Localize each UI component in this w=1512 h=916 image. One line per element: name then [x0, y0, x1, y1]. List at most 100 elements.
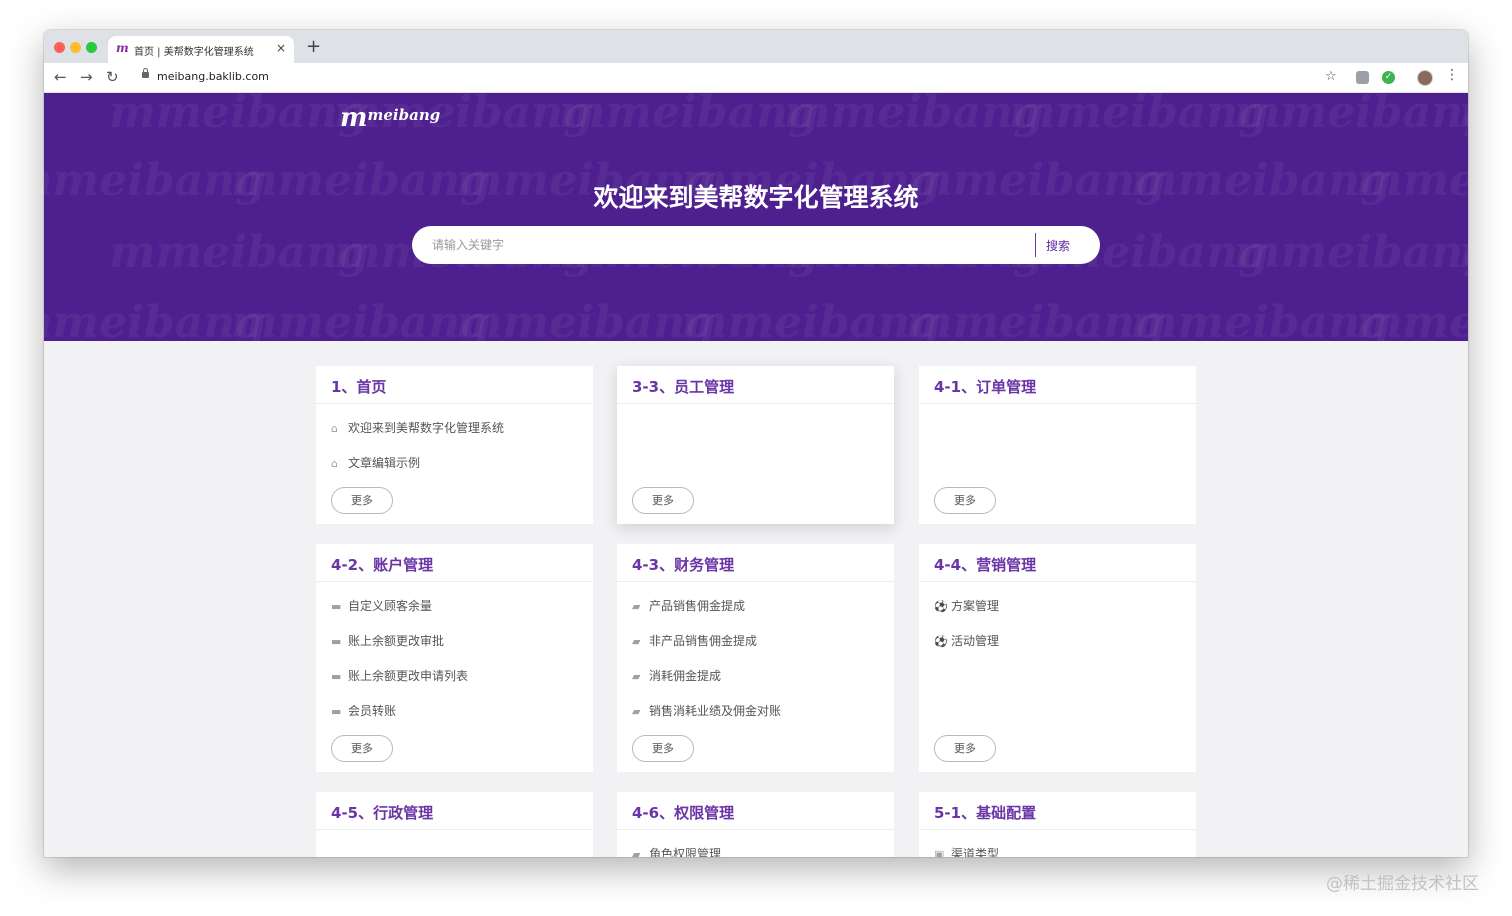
maximize-window-button[interactable] [86, 42, 97, 53]
picture-icon: ▣ [934, 848, 945, 857]
article-label: 账上余额更改申请列表 [348, 669, 469, 683]
article-link[interactable]: ▰ 角色权限管理 [632, 845, 894, 857]
watermark-logo: mmeibang [1356, 297, 1468, 341]
article-label: 渠道类型 [951, 847, 1000, 857]
soccer-icon: ⚽ [934, 600, 948, 613]
card-title[interactable]: 4-1、订单管理 [934, 378, 1036, 396]
profile-avatar[interactable] [1417, 70, 1433, 86]
more-button[interactable]: 更多 [934, 735, 996, 762]
bookmark-star-icon[interactable]: ☆ [1325, 69, 1337, 84]
card-article-list [919, 404, 1196, 419]
card-title[interactable]: 3-3、员工管理 [632, 378, 734, 396]
article-link[interactable]: ⌂ 欢迎来到美帮数字化管理系统 [331, 419, 593, 454]
category-card: 5-1、基础配置 ▣ 渠道类型 [919, 792, 1196, 857]
card-article-list: ⚽ 方案管理 ⚽ 活动管理 [919, 582, 1196, 667]
article-label: 会员转账 [348, 704, 397, 718]
article-link[interactable]: ▰ 非产品销售佣金提成 [632, 632, 894, 667]
book-icon: ▰ [632, 635, 641, 648]
forward-icon[interactable]: → [80, 68, 93, 86]
article-label: 消耗佣金提成 [649, 669, 722, 683]
search-bar: 搜索 [412, 226, 1100, 264]
hero-banner: mmeibang mmeibang mmeibang mmeibang mmeibang… [44, 93, 1468, 341]
watermark-logo: mmeibang [1131, 297, 1391, 341]
card-header: 4-5、行政管理 [316, 792, 593, 830]
search-divider [1035, 233, 1036, 257]
watermark-logo: mmeibang [1234, 227, 1468, 278]
article-label: 账上余额更改审批 [348, 634, 445, 648]
watermark-logo: mmeibang [1459, 93, 1468, 138]
article-label: 销售消耗业绩及佣金对账 [649, 704, 782, 718]
page-title: 欢迎来到美帮数字化管理系统 [593, 183, 919, 212]
search-button[interactable]: 搜索 [1046, 237, 1070, 254]
article-link[interactable]: ▰ 消耗佣金提成 [632, 667, 894, 702]
watermark-logo: mmeibang [109, 227, 369, 278]
more-button[interactable]: 更多 [632, 487, 694, 514]
watermark-logo: mmeibang [1459, 227, 1468, 278]
article-link[interactable]: ⚽ 方案管理 [934, 597, 1196, 632]
article-link[interactable]: ▣ 渠道类型 [934, 845, 1196, 857]
card-title[interactable]: 4-6、权限管理 [632, 804, 734, 822]
card-title[interactable]: 4-2、账户管理 [331, 556, 433, 574]
article-link[interactable]: ⌂ 文章编辑示例 [331, 454, 593, 489]
close-window-button[interactable] [54, 42, 65, 53]
tab-title: 首页 | 美帮数字化管理系统 [134, 47, 254, 58]
card-header: 4-6、权限管理 [617, 792, 894, 830]
watermark-logo: mmeibang [784, 93, 1044, 138]
card-title[interactable]: 4-3、财务管理 [632, 556, 734, 574]
article-link[interactable]: ▬ 会员转账 [331, 702, 593, 737]
watermark-logo: mmeibang [1009, 93, 1269, 138]
watermark-logo: mmeibang [231, 297, 491, 341]
card-header: 5-1、基础配置 [919, 792, 1196, 830]
article-label: 产品销售佣金提成 [649, 599, 746, 613]
article-link[interactable]: ▬ 账上余额更改申请列表 [331, 667, 593, 702]
reload-icon[interactable]: ↻ [106, 68, 119, 86]
card-article-list: ▣ 渠道类型 [919, 830, 1196, 857]
card-title[interactable]: 1、首页 [331, 378, 386, 396]
minimize-window-button[interactable] [70, 42, 81, 53]
tab-close-icon[interactable]: × [276, 41, 286, 55]
extension-check-icon[interactable]: ✓ [1382, 71, 1395, 84]
browser-menu-icon[interactable]: ⋮ [1445, 67, 1459, 83]
brand-logo[interactable]: mmeibang [340, 103, 440, 133]
article-link[interactable]: ▰ 销售消耗业绩及佣金对账 [632, 702, 894, 737]
card-header: 4-2、账户管理 [316, 544, 593, 582]
category-card: 4-4、营销管理 ⚽ 方案管理 ⚽ 活动管理更多 [919, 544, 1196, 772]
tab-strip: m 首页 | 美帮数字化管理系统 × + [44, 30, 1468, 63]
folder-icon: ▬ [331, 600, 342, 613]
home-icon: ⌂ [331, 422, 338, 435]
soccer-icon: ⚽ [934, 635, 948, 648]
more-button[interactable]: 更多 [331, 487, 393, 514]
category-card: 4-1、订单管理更多 [919, 366, 1196, 524]
new-tab-button[interactable]: + [306, 36, 321, 57]
favicon-icon: m [116, 41, 129, 55]
watermark-logo: mmeibang [1234, 93, 1468, 138]
book-icon: ▰ [632, 848, 641, 857]
book-icon: ▰ [632, 600, 641, 613]
logo-m: m [340, 103, 368, 133]
article-link[interactable]: ▰ 产品销售佣金提成 [632, 597, 894, 632]
back-icon[interactable]: ← [54, 68, 67, 86]
article-link[interactable]: ▬ 自定义顾客余量 [331, 597, 593, 632]
card-title[interactable]: 4-4、营销管理 [934, 556, 1036, 574]
watermark-logo: mmeibang [906, 297, 1166, 341]
more-button[interactable]: 更多 [632, 735, 694, 762]
card-title[interactable]: 4-5、行政管理 [331, 804, 433, 822]
card-article-list [617, 404, 894, 419]
browser-tab[interactable]: m 首页 | 美帮数字化管理系统 × [108, 36, 294, 63]
article-link[interactable]: ⚽ 活动管理 [934, 632, 1196, 667]
search-input[interactable] [432, 236, 1022, 254]
address-bar[interactable]: meibang.baklib.com [157, 70, 269, 83]
article-label: 文章编辑示例 [348, 456, 421, 470]
more-button[interactable]: 更多 [934, 487, 996, 514]
article-label: 角色权限管理 [649, 847, 722, 857]
folder-icon: ▬ [331, 670, 342, 683]
card-article-list: ▰ 角色权限管理 [617, 830, 894, 857]
card-title[interactable]: 5-1、基础配置 [934, 804, 1036, 822]
card-article-list [316, 830, 593, 845]
more-button[interactable]: 更多 [331, 735, 393, 762]
extension-icon[interactable] [1356, 71, 1369, 84]
watermark-credit: @稀土掘金技术社区 [1326, 874, 1479, 894]
article-link[interactable]: ▬ 账上余额更改审批 [331, 632, 593, 667]
book-icon: ▰ [632, 670, 641, 683]
lock-icon [142, 68, 149, 78]
